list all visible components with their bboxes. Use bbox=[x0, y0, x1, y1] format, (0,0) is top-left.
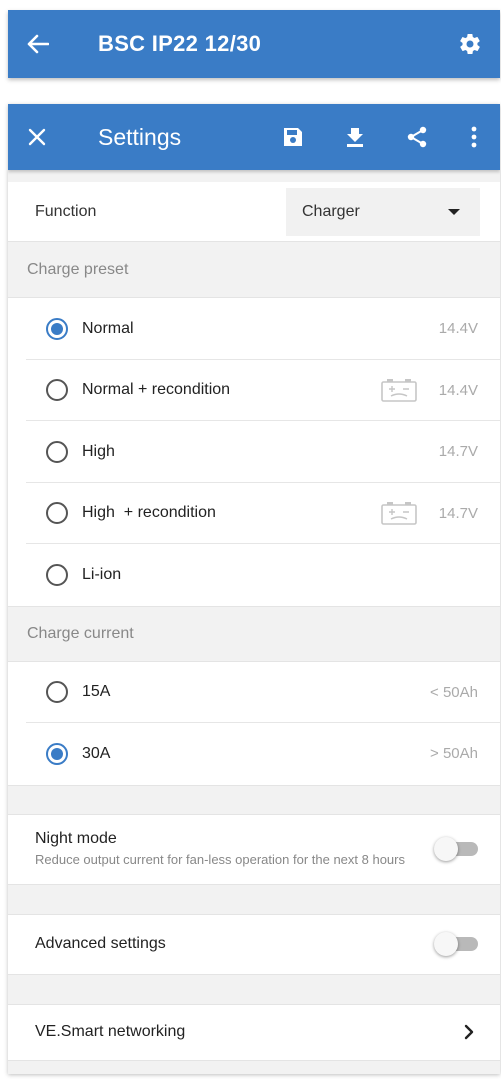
current-label: 30A bbox=[82, 744, 111, 762]
current-option-30a[interactable]: 30A > 50Ah bbox=[8, 723, 500, 785]
more-vert-icon bbox=[471, 126, 477, 148]
function-dropdown[interactable]: Charger bbox=[286, 187, 480, 236]
night-mode-text: Night mode Reduce output current for fan… bbox=[35, 830, 438, 868]
chevron-right-icon bbox=[464, 1024, 474, 1040]
toggle-knob bbox=[434, 932, 458, 956]
current-capacity-hint: < 50Ah bbox=[430, 683, 478, 701]
battery-recondition-icon bbox=[379, 500, 419, 526]
save-icon bbox=[284, 128, 302, 146]
toggle-knob bbox=[434, 837, 458, 861]
night-mode-row[interactable]: Night mode Reduce output current for fan… bbox=[8, 814, 500, 885]
current-option-15a[interactable]: 15A < 50Ah bbox=[8, 661, 500, 723]
settings-title: Settings bbox=[98, 123, 182, 150]
save-button[interactable] bbox=[262, 126, 324, 148]
preset-label: High + recondition bbox=[82, 504, 216, 522]
preset-label: High bbox=[82, 442, 115, 460]
function-value: Charger bbox=[302, 202, 360, 220]
preset-voltage: 14.4V bbox=[438, 320, 478, 338]
radio-unselected-icon[interactable] bbox=[46, 440, 68, 463]
device-title: BSC IP22 12/30 bbox=[98, 31, 262, 56]
preset-label: Normal bbox=[82, 319, 134, 337]
section-spacer bbox=[8, 884, 500, 915]
radio-unselected-icon[interactable] bbox=[46, 379, 68, 402]
share-icon bbox=[407, 126, 427, 148]
more-button[interactable] bbox=[448, 126, 500, 148]
advanced-settings-label: Advanced settings bbox=[35, 935, 166, 952]
radio-unselected-icon[interactable] bbox=[46, 563, 68, 586]
section-spacer bbox=[8, 974, 500, 1005]
preset-option-normal-recondition[interactable]: Normal + recondition 14.4V bbox=[8, 359, 500, 421]
download-icon bbox=[347, 128, 363, 147]
preset-voltage: 14.4V bbox=[438, 381, 478, 399]
battery-recondition-icon bbox=[379, 377, 419, 403]
function-label: Function bbox=[35, 202, 97, 220]
gear-icon bbox=[460, 33, 480, 55]
advanced-settings-toggle[interactable] bbox=[434, 932, 478, 956]
section-spacer bbox=[8, 784, 500, 815]
dropdown-caret-icon bbox=[448, 208, 460, 215]
arrow-left-icon bbox=[27, 34, 49, 54]
current-label: 15A bbox=[82, 683, 111, 701]
night-mode-label: Night mode bbox=[35, 830, 117, 847]
preset-voltage: 14.7V bbox=[438, 504, 478, 522]
close-button[interactable] bbox=[8, 128, 66, 146]
charge-current-heading: Charge current bbox=[8, 605, 500, 662]
charge-preset-heading: Charge preset bbox=[8, 242, 500, 298]
preset-label: Li-ion bbox=[82, 565, 122, 583]
advanced-settings-text: Advanced settings bbox=[35, 935, 438, 953]
preset-label: Normal + recondition bbox=[82, 381, 231, 399]
device-settings-button[interactable] bbox=[440, 32, 500, 56]
radio-selected-icon[interactable] bbox=[46, 742, 68, 765]
radio-unselected-icon[interactable] bbox=[46, 681, 68, 704]
night-mode-description: Reduce output current for fan-less opera… bbox=[35, 852, 405, 867]
night-mode-toggle[interactable] bbox=[434, 837, 478, 861]
share-button[interactable] bbox=[386, 125, 448, 149]
close-icon bbox=[28, 128, 46, 146]
radio-unselected-icon[interactable] bbox=[46, 502, 68, 525]
preset-option-high[interactable]: High 14.7V bbox=[8, 421, 500, 483]
settings-panel: Settings Function Charger Charge preset … bbox=[8, 104, 500, 1074]
download-button[interactable] bbox=[324, 126, 386, 148]
ve-smart-networking-label: VE.Smart networking bbox=[35, 1023, 186, 1040]
preset-option-high-recondition[interactable]: High + recondition 14.7V bbox=[8, 482, 500, 544]
preset-option-normal[interactable]: Normal 14.4V bbox=[8, 298, 500, 360]
device-app-bar: BSC IP22 12/30 bbox=[8, 10, 500, 78]
function-row: Function Charger bbox=[8, 182, 500, 242]
back-button[interactable] bbox=[8, 34, 68, 54]
ve-smart-networking-row[interactable]: VE.Smart networking bbox=[8, 1004, 500, 1061]
advanced-settings-row[interactable]: Advanced settings bbox=[8, 914, 500, 975]
radio-selected-icon[interactable] bbox=[46, 317, 68, 340]
preset-option-li-ion[interactable]: Li-ion bbox=[8, 544, 500, 606]
preset-voltage: 14.7V bbox=[438, 443, 478, 461]
current-capacity-hint: > 50Ah bbox=[430, 745, 478, 763]
settings-app-bar: Settings bbox=[8, 104, 500, 170]
